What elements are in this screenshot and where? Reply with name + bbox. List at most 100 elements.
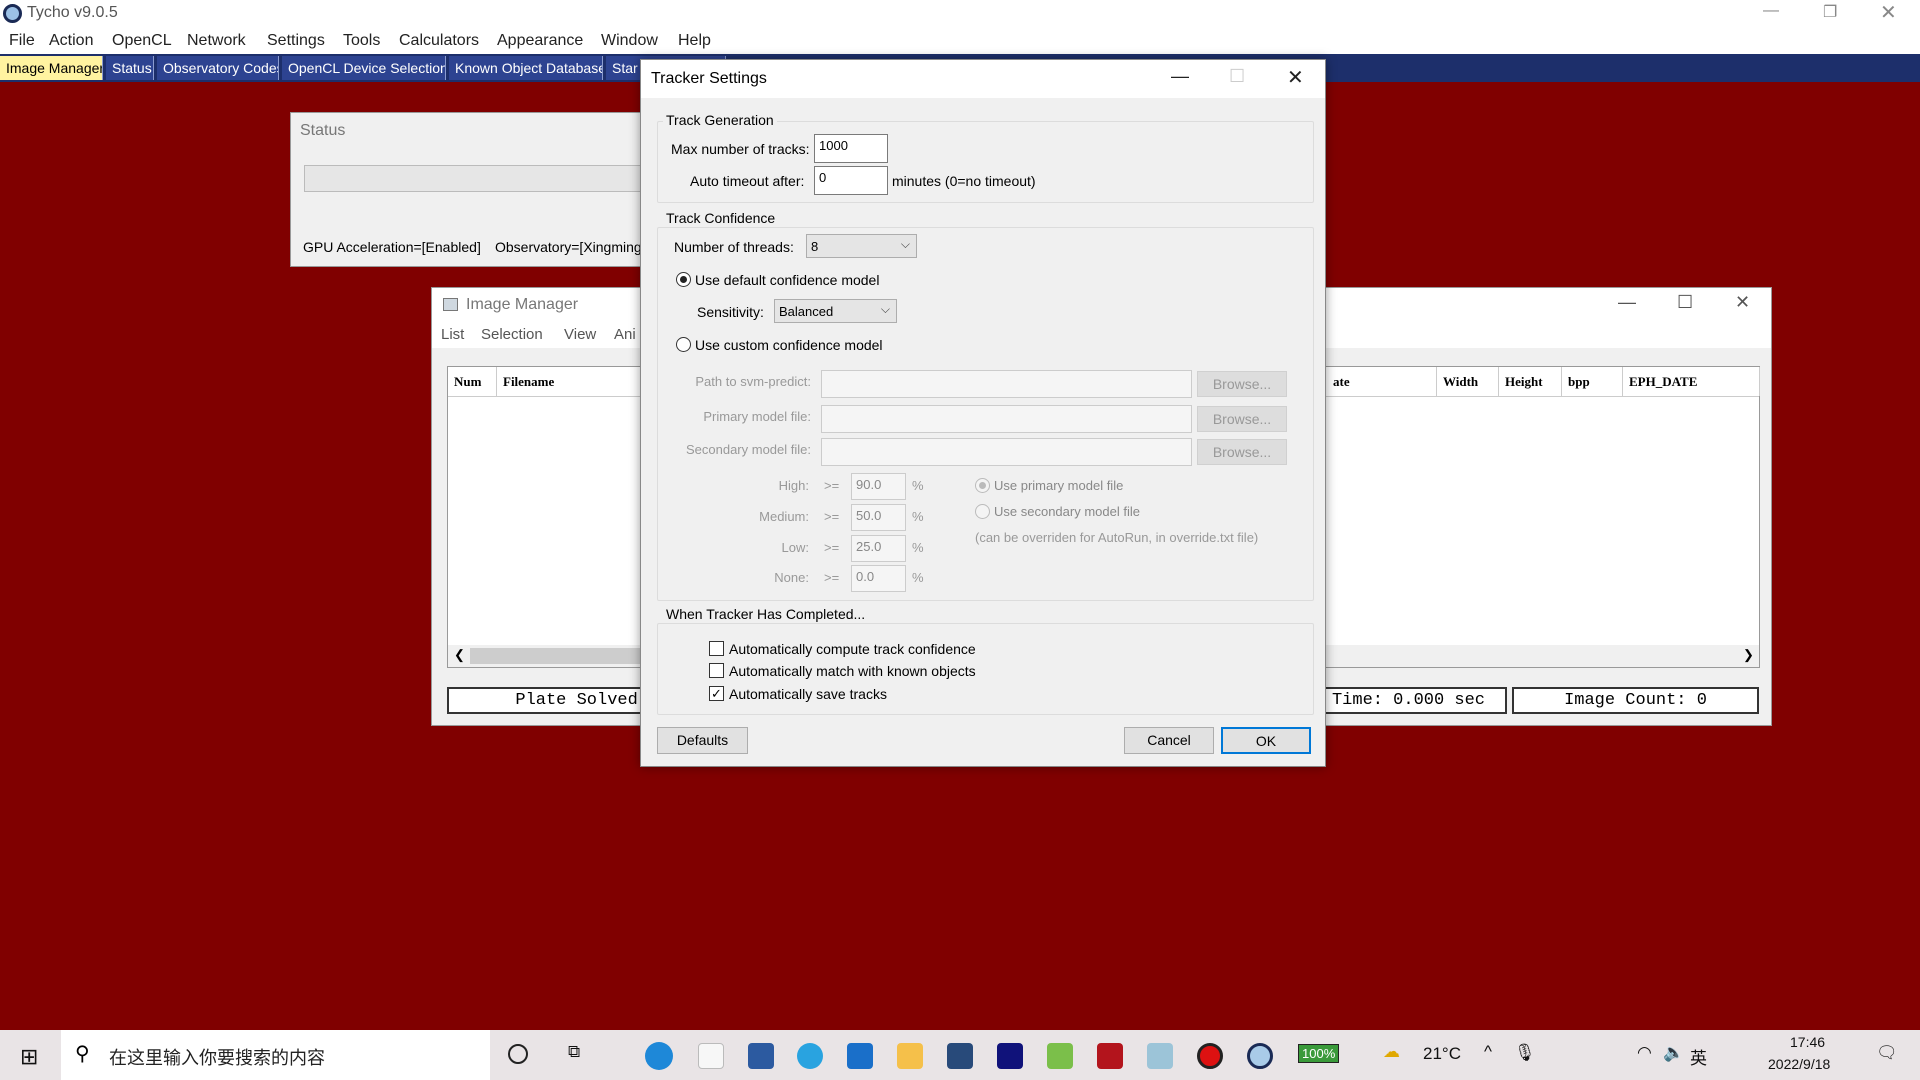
menu-settings[interactable]: Settings <box>267 32 325 50</box>
task-view-icon[interactable]: ⧉ <box>568 1042 580 1062</box>
notification-icon[interactable]: 🗨 <box>1876 1043 1898 1063</box>
edge-icon[interactable] <box>645 1042 673 1070</box>
menu-list[interactable]: List <box>441 326 464 343</box>
close-icon[interactable]: ✕ <box>1287 65 1304 90</box>
ok-button[interactable]: OK <box>1221 727 1311 754</box>
save-tracks-checkbox[interactable]: ✓ <box>709 686 724 701</box>
tab-image-manager[interactable]: Image Manager <box>0 56 103 80</box>
tab-status[interactable]: Status <box>106 56 154 80</box>
record-icon[interactable] <box>1197 1043 1223 1069</box>
mail-icon[interactable] <box>847 1043 873 1069</box>
cortana-icon[interactable] <box>508 1044 528 1064</box>
network-icon[interactable]: ◠ <box>1637 1043 1652 1063</box>
status-window: Status GPU Acceleration=[Enabled] Observ… <box>290 112 690 267</box>
menu-animation[interactable]: Ani <box>614 326 636 343</box>
clock-time[interactable]: 17:46 <box>1790 1034 1825 1050</box>
close-icon[interactable]: ✕ <box>1735 292 1750 313</box>
restore-icon[interactable]: ❐ <box>1823 2 1837 22</box>
microphone-icon[interactable]: 🎙 <box>1514 1043 1536 1063</box>
menu-selection[interactable]: Selection <box>481 326 543 343</box>
column-height[interactable]: Height <box>1499 367 1562 396</box>
scroll-right-icon[interactable]: ❯ <box>1743 647 1754 663</box>
tab-known-object-database[interactable]: Known Object Database <box>449 56 603 80</box>
sensitivity-select[interactable]: Balanced ⌵ <box>774 299 897 323</box>
weather-icon[interactable]: ☁ <box>1383 1042 1400 1062</box>
file-icon[interactable] <box>698 1043 724 1069</box>
match-known-checkbox[interactable] <box>709 663 724 678</box>
scroll-left-icon[interactable]: ❮ <box>454 647 465 663</box>
use-primary-radio[interactable] <box>975 478 990 493</box>
app-icon[interactable] <box>1047 1043 1073 1069</box>
minimize-icon[interactable]: — <box>1763 2 1779 20</box>
minimize-icon[interactable]: — <box>1618 292 1636 313</box>
svm-path-input[interactable] <box>821 370 1192 398</box>
weather-temp[interactable]: 21°C <box>1423 1044 1461 1064</box>
high-threshold-input[interactable]: 90.0 <box>851 473 906 500</box>
none-threshold-input[interactable]: 0.0 <box>851 565 906 592</box>
column-eph-date[interactable]: EPH_DATE <box>1623 367 1760 396</box>
tycho-icon[interactable] <box>1247 1043 1273 1069</box>
pdf-icon[interactable] <box>1097 1043 1123 1069</box>
timeout-input[interactable]: 0 <box>814 166 888 195</box>
app-icon[interactable] <box>947 1043 973 1069</box>
menu-help[interactable]: Help <box>678 32 711 50</box>
secondary-browse-button[interactable]: Browse... <box>1197 439 1287 465</box>
custom-model-label[interactable]: Use custom confidence model <box>695 337 883 353</box>
tab-opencl-device-selection[interactable]: OpenCL Device Selection <box>282 56 446 80</box>
compute-confidence-checkbox[interactable] <box>709 641 724 656</box>
volume-icon[interactable]: 🔈 <box>1663 1043 1684 1063</box>
store-icon[interactable] <box>748 1043 774 1069</box>
use-secondary-radio[interactable] <box>975 504 990 519</box>
close-icon[interactable]: ✕ <box>1880 0 1897 25</box>
taskbar-search-box[interactable]: ⚲ 在这里输入你要搜索的内容 <box>61 1030 490 1080</box>
menu-action[interactable]: Action <box>49 32 93 50</box>
use-primary-label[interactable]: Use primary model file <box>994 478 1123 493</box>
battery-indicator[interactable]: 100% <box>1298 1044 1340 1063</box>
save-tracks-label[interactable]: Automatically save tracks <box>729 686 887 702</box>
clock-date[interactable]: 2022/9/18 <box>1768 1056 1830 1072</box>
primary-model-input[interactable] <box>821 405 1192 433</box>
menu-calculators[interactable]: Calculators <box>399 32 479 50</box>
menu-file[interactable]: File <box>9 32 35 50</box>
column-width[interactable]: Width <box>1437 367 1499 396</box>
match-known-label[interactable]: Automatically match with known objects <box>729 663 976 679</box>
default-model-label[interactable]: Use default confidence model <box>695 272 879 288</box>
tray-chevron-icon[interactable]: ^ <box>1484 1042 1492 1062</box>
primary-browse-button[interactable]: Browse... <box>1197 406 1287 432</box>
taskbar: ⊞ ⚲ 在这里输入你要搜索的内容 ⧉ 100% ☁ 21°C ^ 🎙 ◠ 🔈 英… <box>0 1030 1920 1080</box>
cancel-button[interactable]: Cancel <box>1124 727 1214 754</box>
app-icon[interactable] <box>997 1043 1023 1069</box>
default-model-radio[interactable] <box>676 272 691 287</box>
threads-select[interactable]: 8 ⌵ <box>806 234 917 258</box>
column-num[interactable]: Num <box>448 367 497 396</box>
browser-icon[interactable] <box>797 1043 823 1069</box>
menu-network[interactable]: Network <box>187 32 246 50</box>
windows-start-icon[interactable]: ⊞ <box>20 1044 38 1070</box>
column-bpp[interactable]: bpp <box>1562 367 1623 396</box>
minimize-icon[interactable]: — <box>1171 66 1189 87</box>
use-secondary-label[interactable]: Use secondary model file <box>994 504 1140 519</box>
low-threshold-input[interactable]: 25.0 <box>851 535 906 562</box>
track-generation-group <box>657 121 1314 203</box>
tab-observatory-codes[interactable]: Observatory Codes <box>157 56 279 80</box>
menu-opencl[interactable]: OpenCL <box>112 32 172 50</box>
svm-browse-button[interactable]: Browse... <box>1197 371 1287 397</box>
defaults-button[interactable]: Defaults <box>657 727 748 754</box>
maximize-icon[interactable]: ☐ <box>1677 292 1693 313</box>
menu-appearance[interactable]: Appearance <box>497 32 583 50</box>
menu-view[interactable]: View <box>564 326 596 343</box>
compute-confidence-label[interactable]: Automatically compute track confidence <box>729 641 976 657</box>
menu-tools[interactable]: Tools <box>343 32 380 50</box>
medium-threshold-input[interactable]: 50.0 <box>851 504 906 531</box>
column-date[interactable]: ate <box>1327 367 1437 396</box>
primary-model-label: Primary model file: <box>703 409 811 424</box>
folder-icon[interactable] <box>897 1043 923 1069</box>
max-tracks-input[interactable]: 1000 <box>814 134 888 163</box>
maximize-icon[interactable]: ☐ <box>1229 66 1245 87</box>
override-note: (can be overriden for AutoRun, in overri… <box>975 530 1259 545</box>
custom-model-radio[interactable] <box>676 337 691 352</box>
ime-indicator[interactable]: 英 <box>1690 1044 1707 1069</box>
secondary-model-input[interactable] <box>821 438 1192 466</box>
app-icon[interactable] <box>1147 1043 1173 1069</box>
menu-window[interactable]: Window <box>601 32 658 50</box>
